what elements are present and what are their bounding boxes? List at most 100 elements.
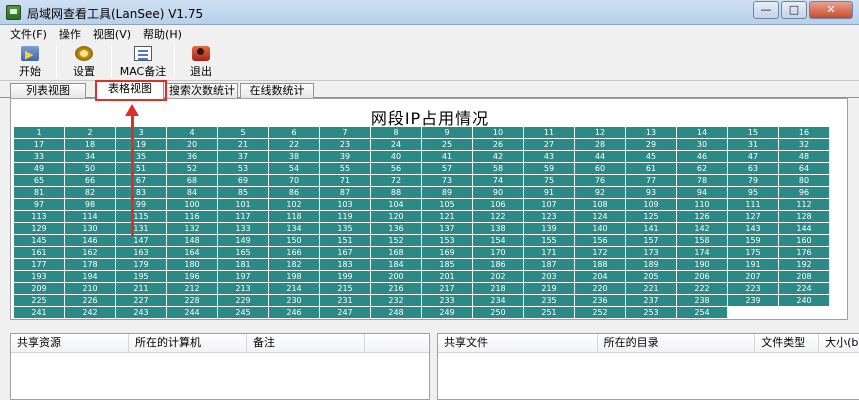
- ip-cell[interactable]: 42: [473, 151, 524, 162]
- ip-cell[interactable]: 3: [116, 127, 167, 138]
- ip-cell[interactable]: 49: [14, 163, 65, 174]
- ip-cell[interactable]: 146: [65, 235, 116, 246]
- ip-cell[interactable]: 204: [575, 271, 626, 282]
- ip-cell[interactable]: 134: [269, 223, 320, 234]
- ip-cell[interactable]: 133: [218, 223, 269, 234]
- ip-cell[interactable]: 92: [575, 187, 626, 198]
- ip-cell[interactable]: 19: [116, 139, 167, 150]
- ip-cell[interactable]: 164: [167, 247, 218, 258]
- ip-cell[interactable]: 219: [524, 283, 575, 294]
- ip-cell[interactable]: 31: [728, 139, 779, 150]
- ip-cell[interactable]: 132: [167, 223, 218, 234]
- ip-cell[interactable]: 84: [167, 187, 218, 198]
- ip-cell[interactable]: 74: [473, 175, 524, 186]
- ip-cell[interactable]: 192: [779, 259, 830, 270]
- mac-note-button[interactable]: MAC备注: [118, 43, 168, 79]
- ip-cell[interactable]: 168: [371, 247, 422, 258]
- ip-cell[interactable]: 25: [422, 139, 473, 150]
- ip-cell[interactable]: 56: [371, 163, 422, 174]
- ip-cell[interactable]: 253: [626, 307, 677, 318]
- ip-cell[interactable]: 185: [422, 259, 473, 270]
- ip-cell[interactable]: 46: [677, 151, 728, 162]
- ip-cell[interactable]: 109: [626, 199, 677, 210]
- menu-view[interactable]: 视图(V): [87, 26, 137, 42]
- ip-cell[interactable]: 29: [626, 139, 677, 150]
- ip-cell[interactable]: 217: [422, 283, 473, 294]
- ip-cell[interactable]: 202: [473, 271, 524, 282]
- ip-cell[interactable]: 180: [167, 259, 218, 270]
- ip-cell[interactable]: 237: [626, 295, 677, 306]
- ip-cell[interactable]: 138: [473, 223, 524, 234]
- column-header[interactable]: 所在的计算机: [129, 334, 247, 352]
- ip-cell[interactable]: 83: [116, 187, 167, 198]
- ip-cell[interactable]: 101: [218, 199, 269, 210]
- ip-cell[interactable]: 154: [473, 235, 524, 246]
- ip-cell[interactable]: 139: [524, 223, 575, 234]
- ip-cell[interactable]: 38: [269, 151, 320, 162]
- column-header[interactable]: 共享文件: [438, 334, 598, 352]
- ip-cell[interactable]: 57: [422, 163, 473, 174]
- ip-cell[interactable]: 245: [218, 307, 269, 318]
- ip-cell[interactable]: 124: [575, 211, 626, 222]
- ip-cell[interactable]: 241: [14, 307, 65, 318]
- ip-cell[interactable]: 234: [473, 295, 524, 306]
- ip-cell[interactable]: 188: [575, 259, 626, 270]
- ip-cell[interactable]: 18: [65, 139, 116, 150]
- ip-cell[interactable]: 246: [269, 307, 320, 318]
- ip-cell[interactable]: 51: [116, 163, 167, 174]
- ip-cell[interactable]: 34: [65, 151, 116, 162]
- ip-cell[interactable]: 251: [524, 307, 575, 318]
- ip-cell[interactable]: 94: [677, 187, 728, 198]
- ip-cell[interactable]: 85: [218, 187, 269, 198]
- ip-cell[interactable]: 40: [371, 151, 422, 162]
- ip-cell[interactable]: 77: [626, 175, 677, 186]
- ip-cell[interactable]: 68: [167, 175, 218, 186]
- ip-cell[interactable]: 59: [524, 163, 575, 174]
- ip-cell[interactable]: 98: [65, 199, 116, 210]
- menu-operate[interactable]: 操作: [53, 26, 87, 42]
- ip-cell[interactable]: 28: [575, 139, 626, 150]
- ip-cell[interactable]: 119: [320, 211, 371, 222]
- ip-cell[interactable]: 191: [728, 259, 779, 270]
- ip-cell[interactable]: 135: [320, 223, 371, 234]
- ip-cell[interactable]: 207: [728, 271, 779, 282]
- ip-cell[interactable]: 10: [473, 127, 524, 138]
- ip-cell[interactable]: 141: [626, 223, 677, 234]
- ip-cell[interactable]: 91: [524, 187, 575, 198]
- tab-list-view[interactable]: 列表视图: [10, 83, 86, 98]
- ip-cell[interactable]: 112: [779, 199, 830, 210]
- ip-cell[interactable]: 136: [371, 223, 422, 234]
- ip-cell[interactable]: 247: [320, 307, 371, 318]
- ip-cell[interactable]: 131: [116, 223, 167, 234]
- ip-cell[interactable]: 179: [116, 259, 167, 270]
- close-button[interactable]: ✕: [809, 1, 853, 19]
- ip-cell[interactable]: 235: [524, 295, 575, 306]
- ip-cell[interactable]: 127: [728, 211, 779, 222]
- ip-cell[interactable]: 32: [779, 139, 830, 150]
- ip-cell[interactable]: 186: [473, 259, 524, 270]
- ip-cell[interactable]: 230: [269, 295, 320, 306]
- ip-cell[interactable]: 76: [575, 175, 626, 186]
- column-header[interactable]: 所在的目录: [598, 334, 756, 352]
- ip-cell[interactable]: 211: [116, 283, 167, 294]
- ip-cell[interactable]: 6: [269, 127, 320, 138]
- ip-cell[interactable]: 123: [524, 211, 575, 222]
- ip-cell[interactable]: 67: [116, 175, 167, 186]
- ip-cell[interactable]: 48: [779, 151, 830, 162]
- ip-cell[interactable]: 226: [65, 295, 116, 306]
- ip-cell[interactable]: 93: [626, 187, 677, 198]
- ip-cell[interactable]: 23: [320, 139, 371, 150]
- ip-cell[interactable]: 170: [473, 247, 524, 258]
- ip-cell[interactable]: 147: [116, 235, 167, 246]
- ip-cell[interactable]: 44: [575, 151, 626, 162]
- ip-cell[interactable]: 213: [218, 283, 269, 294]
- ip-cell[interactable]: 218: [473, 283, 524, 294]
- ip-cell[interactable]: 11: [524, 127, 575, 138]
- ip-cell[interactable]: 190: [677, 259, 728, 270]
- ip-cell[interactable]: 169: [422, 247, 473, 258]
- ip-cell[interactable]: 182: [269, 259, 320, 270]
- ip-cell[interactable]: 143: [728, 223, 779, 234]
- ip-cell[interactable]: 81: [14, 187, 65, 198]
- ip-cell[interactable]: 121: [422, 211, 473, 222]
- ip-cell[interactable]: 157: [626, 235, 677, 246]
